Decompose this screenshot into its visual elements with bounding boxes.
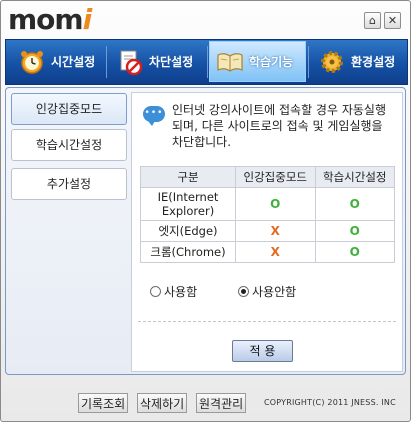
supported-icon: O <box>349 197 360 211</box>
sidebar-item-study-time-settings[interactable]: 학습시간설정 <box>11 129 127 161</box>
study-time-support: O <box>314 241 395 263</box>
column-header: 학습시간설정 <box>314 166 395 188</box>
main-tab-bar: 시간설정 차단설정 학습기능 환경설정 <box>5 39 408 85</box>
tab-label: 학습기능 <box>249 55 294 69</box>
column-header: 인강집중모드 <box>235 166 316 188</box>
study-time-support: O <box>314 187 395 221</box>
tab-label: 시간설정 <box>51 55 96 69</box>
history-button[interactable]: 기록조회 <box>78 393 129 413</box>
browser-name: IE(Internet Explorer) <box>140 187 236 221</box>
radio-button-checked[interactable] <box>238 286 249 297</box>
sidebar-item-label: 추가설정 <box>46 177 92 191</box>
delete-button[interactable]: 삭제하기 <box>137 393 188 413</box>
column-header: 구분 <box>140 166 236 188</box>
home-icon: ⌂ <box>369 14 376 27</box>
table-header-row: 구분 인강집중모드 학습시간설정 <box>140 166 395 188</box>
radio-button-unchecked[interactable] <box>150 286 161 297</box>
supported-icon: O <box>349 245 360 259</box>
browser-support-table: 구분 인강집중모드 학습시간설정 IE(Internet Explorer) O… <box>140 166 395 263</box>
browser-name: 크롬(Chrome) <box>140 241 236 263</box>
home-button[interactable]: ⌂ <box>364 12 381 29</box>
main-panel: 인강집중모드 학습시간설정 추가설정 ••• 인터넷 강의사이트에 접속할 경우… <box>5 87 406 375</box>
tab-label: 환경설정 <box>351 55 396 69</box>
sidebar-item-label: 학습시간설정 <box>35 138 103 152</box>
tab-divider <box>106 46 107 78</box>
alarm-clock-icon <box>21 50 43 74</box>
close-button[interactable]: ✕ <box>384 12 401 29</box>
info-description: 인터넷 강의사이트에 접속할 경우 자동실행되며, 다른 사이트로의 접속 및 … <box>172 103 386 149</box>
unsupported-icon: X <box>270 224 280 238</box>
sidebar-item-additional-settings[interactable]: 추가설정 <box>11 168 127 200</box>
gear-icon <box>321 50 343 73</box>
radio-do-not-use[interactable]: 사용안함 <box>238 283 296 300</box>
sidebar-item-label: 인강집중모드 <box>35 102 103 116</box>
radio-label: 사용함 <box>164 285 198 299</box>
lecture-mode-support: X <box>235 220 316 242</box>
tab-label: 차단설정 <box>149 55 194 69</box>
unsupported-icon: X <box>270 245 280 259</box>
content-area: ••• 인터넷 강의사이트에 접속할 경우 자동실행되며, 다른 사이트로의 접… <box>131 92 403 372</box>
tab-learning-features[interactable]: 학습기능 <box>209 41 306 82</box>
study-time-support: O <box>314 220 395 242</box>
app-logo: momi <box>8 3 92 36</box>
browser-name: 엣지(Edge) <box>140 220 236 242</box>
app-window: momi ⌂ ✕ 시간설정 차단설정 학습기능 환경설정 인강집중모드 학습시간… <box>0 0 411 422</box>
open-book-icon <box>217 52 243 72</box>
supported-icon: O <box>349 224 360 238</box>
lecture-mode-support: X <box>235 241 316 263</box>
table-row: IE(Internet Explorer) O O <box>140 187 395 221</box>
blocked-document-icon <box>120 50 143 75</box>
radio-use[interactable]: 사용함 <box>150 283 197 300</box>
tab-environment-settings[interactable]: 환경설정 <box>312 41 404 82</box>
tab-divider <box>308 46 309 78</box>
lecture-mode-support: O <box>235 187 316 221</box>
remote-management-button[interactable]: 원격관리 <box>196 393 247 413</box>
copyright-text: COPYRIGHT(C) 2011 JNESS. INC <box>264 398 396 407</box>
close-icon: ✕ <box>387 14 398 27</box>
tab-divider <box>207 46 208 78</box>
speech-bubble-icon: ••• <box>143 106 165 126</box>
apply-button[interactable]: 적 용 <box>232 340 293 362</box>
tab-time-settings[interactable]: 시간설정 <box>12 41 104 82</box>
table-row: 엣지(Edge) X O <box>140 220 395 242</box>
tab-block-settings[interactable]: 차단설정 <box>110 41 206 82</box>
supported-icon: O <box>270 197 281 211</box>
radio-label: 사용안함 <box>252 285 297 299</box>
table-row: 크롬(Chrome) X O <box>140 241 395 263</box>
sidebar-item-lecture-focus-mode[interactable]: 인강집중모드 <box>11 93 127 125</box>
divider <box>138 321 396 322</box>
